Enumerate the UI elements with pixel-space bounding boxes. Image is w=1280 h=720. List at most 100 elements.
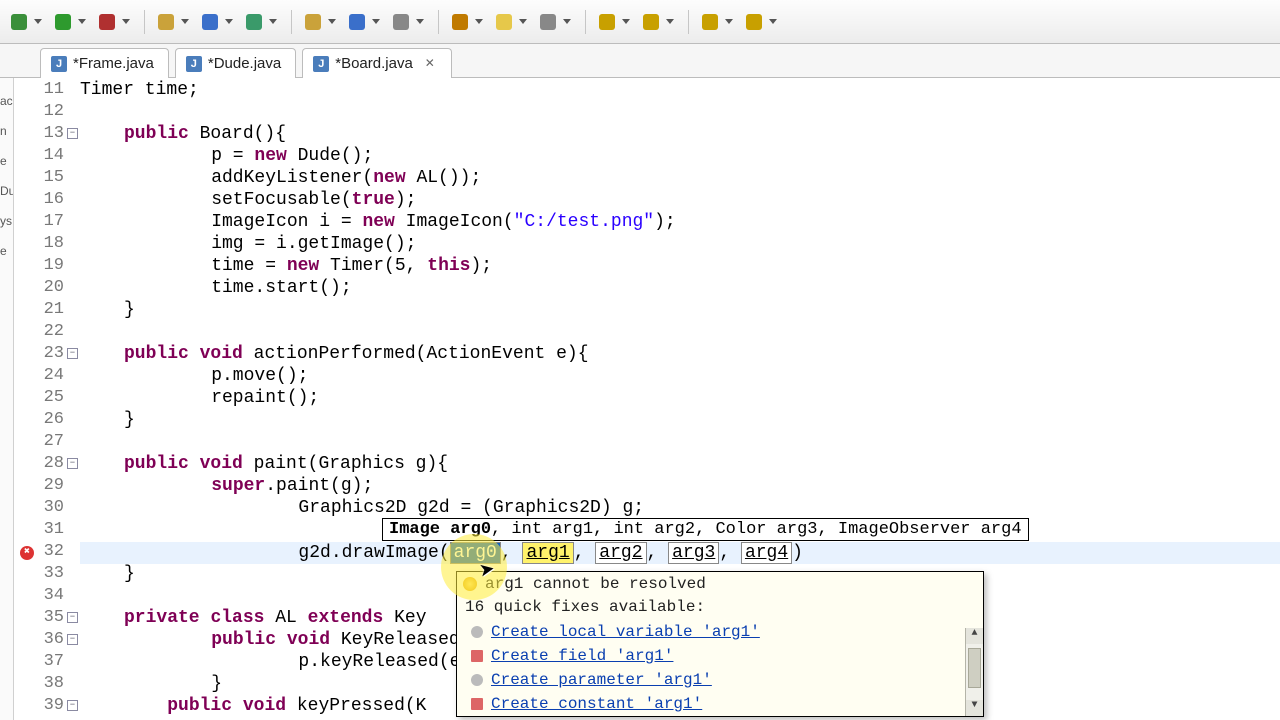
variable-proposal-icon (471, 674, 483, 686)
scroll-down-icon[interactable]: ▼ (966, 700, 983, 716)
param-hint-rest: , int arg1, int arg2, Color arg3, ImageO… (491, 520, 1022, 539)
open-type-icon[interactable] (153, 9, 179, 35)
line-number-gutter: 111213−14151617181920212223−2425262728−2… (14, 78, 80, 720)
quickfix-popup[interactable]: arg1 cannot be resolved 16 quick fixes a… (456, 571, 984, 717)
refresh-icon[interactable] (241, 9, 267, 35)
editor-tabbar: J*Frame.javaJ*Dude.javaJ*Board.java✕ (0, 44, 1280, 78)
code-line[interactable] (80, 322, 1280, 344)
line-number: 12 (14, 102, 80, 124)
code-line[interactable]: time = new Timer(5, this); (80, 256, 1280, 278)
save-icon[interactable] (344, 9, 370, 35)
forward-icon[interactable] (741, 9, 767, 35)
quickfix-item[interactable]: Create parameter 'arg1' (457, 668, 983, 692)
line-number: 11 (14, 80, 80, 102)
line-number: 16 (14, 190, 80, 212)
truncated-view-label: Du (0, 168, 13, 198)
fold-toggle-icon[interactable]: − (67, 128, 78, 139)
truncated-view-label: n (0, 108, 13, 138)
code-line[interactable]: ImageIcon i = new ImageIcon("C:/test.png… (80, 212, 1280, 234)
variable-proposal-icon (471, 626, 483, 638)
quickfix-item[interactable]: Create local variable 'arg1' (457, 620, 983, 644)
code-line[interactable]: g2d.drawImage(arg0, arg1, arg2, arg3, ar… (80, 542, 1280, 564)
code-line[interactable] (80, 102, 1280, 124)
quickfix-item[interactable]: Create field 'arg1' (457, 644, 983, 668)
code-line[interactable]: public void paint(Graphics g){ (80, 454, 1280, 476)
code-line[interactable]: } (80, 410, 1280, 432)
line-number: 19 (14, 256, 80, 278)
editor-tab[interactable]: J *Board.java ✕ (302, 48, 452, 78)
line-number: 30 (14, 498, 80, 520)
line-number: 23− (14, 344, 80, 366)
code-line[interactable]: p = new Dude(); (80, 146, 1280, 168)
back-icon[interactable] (697, 9, 723, 35)
lightbulb-icon (463, 577, 477, 591)
ext-tools-icon[interactable] (94, 9, 120, 35)
editor-tab[interactable]: J*Frame.java (40, 48, 169, 78)
editor-tab[interactable]: J *Dude.java (175, 48, 296, 78)
truncated-view-label: e (0, 228, 13, 258)
code-line[interactable]: time.start(); (80, 278, 1280, 300)
code-line[interactable]: Timer time; (80, 80, 1280, 102)
java-file-icon: J (51, 56, 67, 72)
truncated-view-label: ac (0, 78, 13, 108)
fold-toggle-icon[interactable]: − (67, 348, 78, 359)
code-area[interactable]: Image arg0, int arg1, int arg2, Color ar… (80, 78, 1280, 720)
code-editor[interactable]: 111213−14151617181920212223−2425262728−2… (14, 78, 1280, 720)
truncated-view-label: e (0, 138, 13, 168)
prev-annotation-icon[interactable] (638, 9, 664, 35)
line-number: 14 (14, 146, 80, 168)
line-number: 21 (14, 300, 80, 322)
line-number: 31 (14, 520, 80, 542)
toggle-mark-icon[interactable] (447, 9, 473, 35)
line-number: 33 (14, 564, 80, 586)
line-number: 34 (14, 586, 80, 608)
code-line[interactable]: repaint(); (80, 388, 1280, 410)
toggle-highlight-icon[interactable] (491, 9, 517, 35)
search-icon[interactable] (197, 9, 223, 35)
line-number: 17 (14, 212, 80, 234)
print-icon[interactable] (388, 9, 414, 35)
java-file-icon: J (186, 56, 202, 72)
tab-label: *Dude.java (208, 55, 281, 72)
code-line[interactable] (80, 432, 1280, 454)
debug-icon[interactable] (6, 9, 32, 35)
close-icon[interactable]: ✕ (423, 57, 437, 71)
line-number: 38 (14, 674, 80, 696)
line-number: 39− (14, 696, 80, 718)
quickfix-scrollbar[interactable]: ▲ ▼ (965, 628, 983, 716)
tab-label: *Board.java (335, 55, 413, 72)
fold-toggle-icon[interactable]: − (67, 612, 78, 623)
fold-toggle-icon[interactable]: − (67, 700, 78, 711)
quickfix-item-label: Create local variable 'arg1' (491, 623, 760, 641)
next-annotation-icon[interactable] (594, 9, 620, 35)
line-number: 13− (14, 124, 80, 146)
open-folder-icon[interactable] (300, 9, 326, 35)
line-number: 22 (14, 322, 80, 344)
code-line[interactable]: p.move(); (80, 366, 1280, 388)
quickfix-item[interactable]: Create constant 'arg1' (457, 692, 983, 716)
line-number: 32✖ (14, 542, 80, 564)
code-line[interactable]: img = i.getImage(); (80, 234, 1280, 256)
code-line[interactable]: public Board(){ (80, 124, 1280, 146)
code-line[interactable]: super.paint(g); (80, 476, 1280, 498)
code-line[interactable]: setFocusable(true); (80, 190, 1280, 212)
java-file-icon: J (313, 56, 329, 72)
line-number: 27 (14, 432, 80, 454)
code-line[interactable]: Graphics2D g2d = (Graphics2D) g; (80, 498, 1280, 520)
truncated-view-label: ys (0, 198, 13, 228)
line-number: 28− (14, 454, 80, 476)
code-line[interactable]: addKeyListener(new AL()); (80, 168, 1280, 190)
scroll-thumb[interactable] (968, 648, 981, 688)
run-icon[interactable] (50, 9, 76, 35)
code-line[interactable]: public void actionPerformed(ActionEvent … (80, 344, 1280, 366)
fold-toggle-icon[interactable]: − (67, 634, 78, 645)
line-number: 26 (14, 410, 80, 432)
scroll-up-icon[interactable]: ▲ (966, 628, 983, 644)
show-whitespace-icon[interactable] (535, 9, 561, 35)
fold-toggle-icon[interactable]: − (67, 458, 78, 469)
line-number: 24 (14, 366, 80, 388)
param-hint-active: Image arg0 (389, 520, 491, 539)
left-view-strip: acneDuyse (0, 78, 14, 720)
error-marker-icon[interactable]: ✖ (20, 546, 34, 560)
code-line[interactable]: } (80, 300, 1280, 322)
